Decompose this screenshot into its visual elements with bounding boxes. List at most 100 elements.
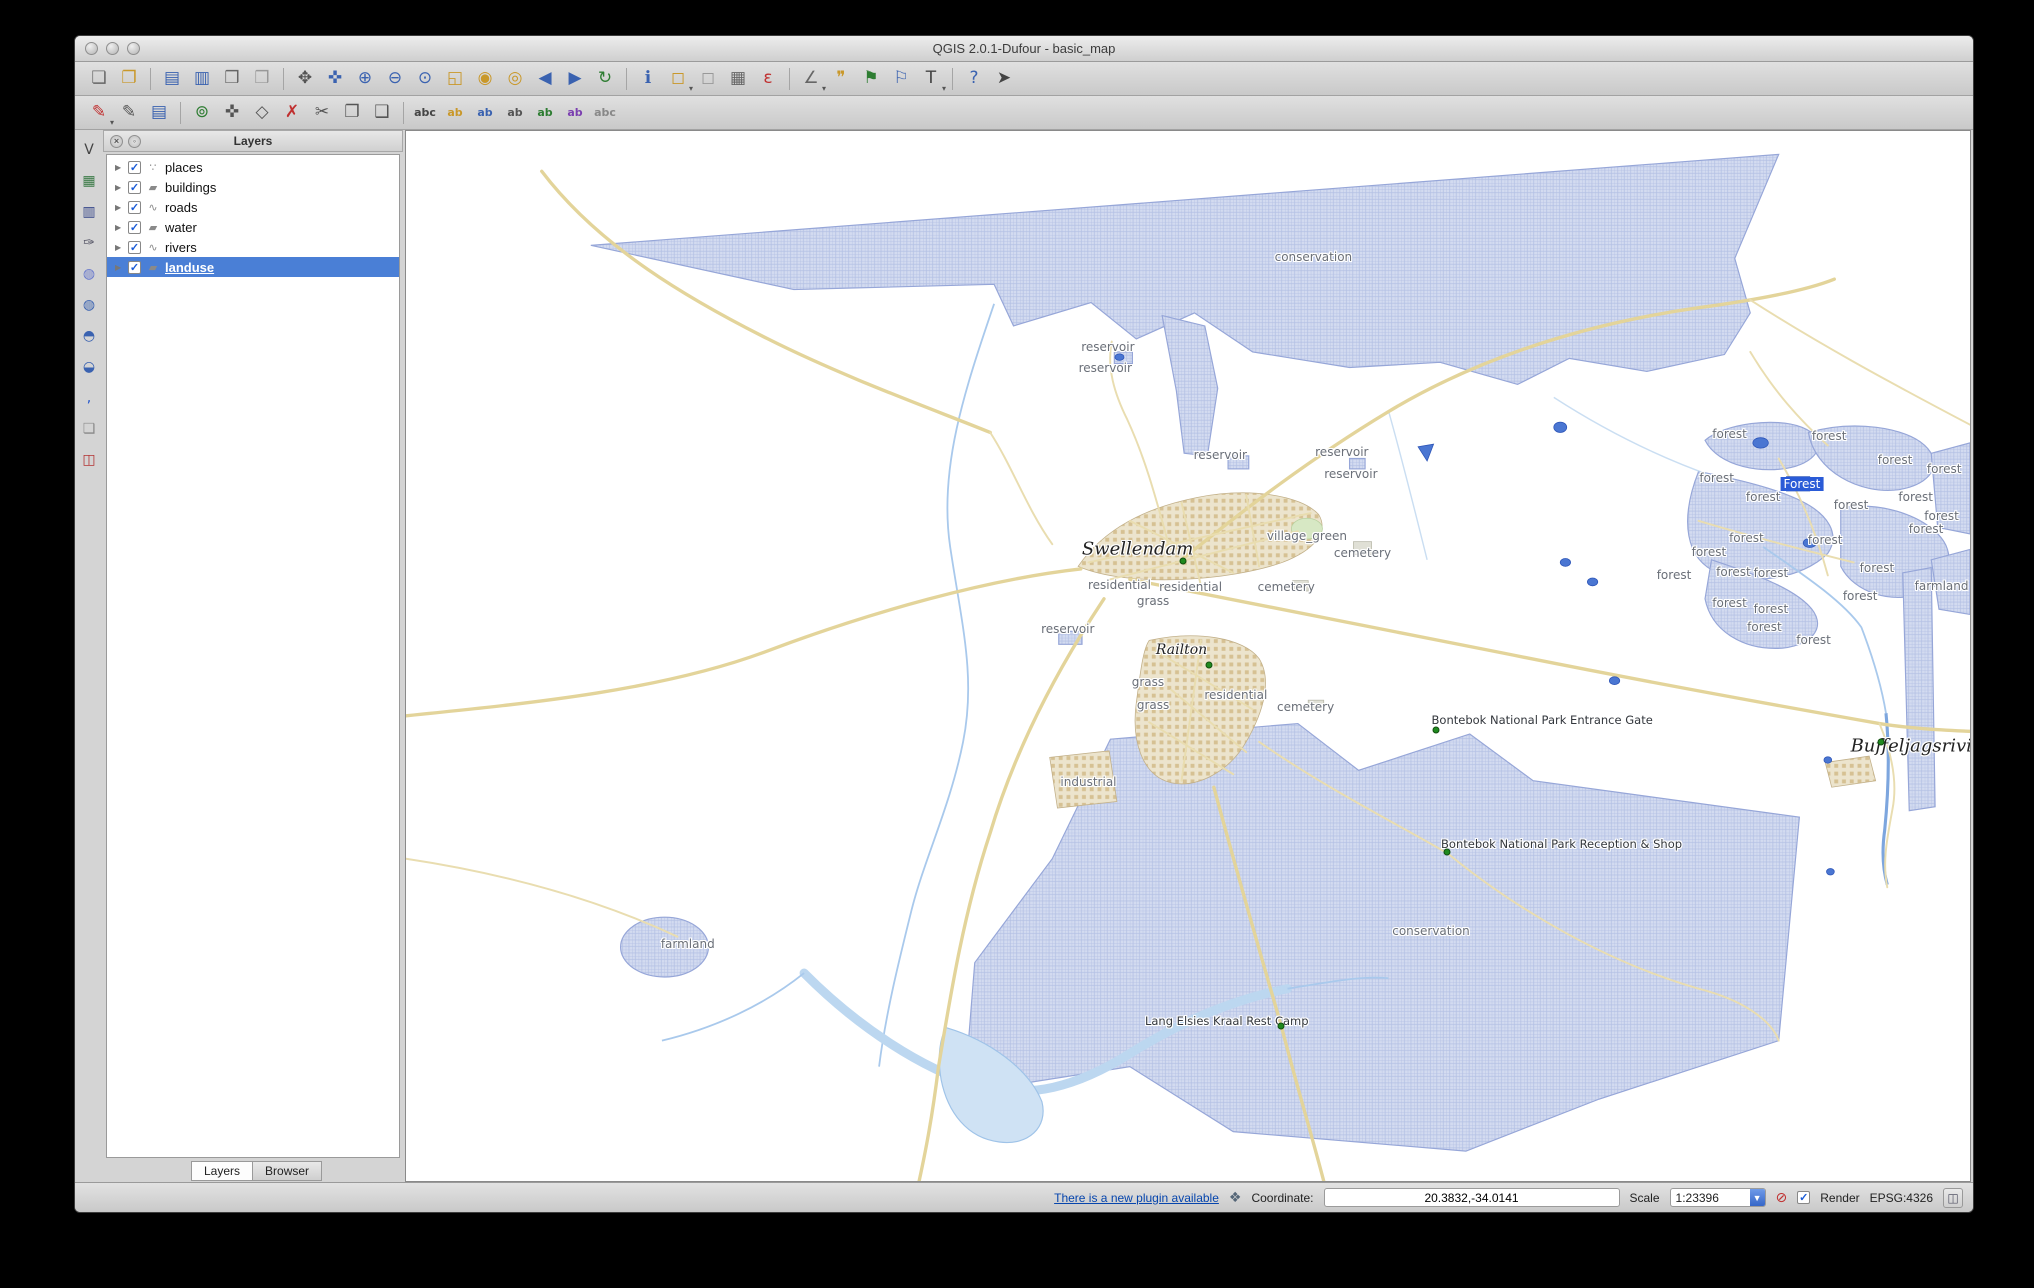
scale-combobox[interactable]: 1:23396 ▼: [1669, 1188, 1766, 1207]
change-label-icon[interactable]: ab: [561, 99, 589, 127]
zoom-to-selection-icon[interactable]: ◉: [471, 65, 499, 93]
layer-item-buildings[interactable]: ▶ ✓ ▰ buildings: [107, 177, 399, 197]
new-shapefile-layer-icon[interactable]: ❏: [77, 417, 101, 441]
render-checkbox[interactable]: ✓: [1797, 1191, 1811, 1204]
help-icon[interactable]: ?: [960, 65, 988, 93]
map-tips-icon[interactable]: ❞: [827, 65, 855, 93]
layer-visibility-checkbox[interactable]: ✓: [128, 180, 141, 194]
map-label: residential: [1159, 580, 1223, 595]
scale-value: 1:23396: [1675, 1190, 1719, 1205]
show-bookmarks-icon[interactable]: ⚐: [887, 65, 915, 93]
save-layer-edits-icon[interactable]: ▤: [145, 99, 173, 127]
zoom-to-layer-icon[interactable]: ◎: [501, 65, 529, 93]
deselect-features-icon[interactable]: ◻: [694, 65, 722, 93]
select-features-icon[interactable]: ◻ ▾: [664, 65, 693, 93]
zoom-next-icon[interactable]: ▶: [561, 65, 589, 93]
zoom-button[interactable]: [127, 42, 140, 55]
field-calculator-icon[interactable]: ε: [754, 65, 782, 93]
text-annotation-icon[interactable]: T ▾: [917, 65, 946, 93]
expander-icon[interactable]: ▶: [115, 163, 123, 172]
add-wcs-layer-icon[interactable]: ◓: [77, 324, 101, 348]
panel-tab-layers[interactable]: Layers: [191, 1161, 254, 1181]
layer-item-landuse[interactable]: ▶ ✓ ▰ landuse: [107, 257, 399, 277]
map-label: forest: [1729, 530, 1764, 545]
layer-visibility-checkbox[interactable]: ✓: [128, 260, 141, 274]
layer-visibility-checkbox[interactable]: ✓: [128, 240, 141, 254]
layer-item-places[interactable]: ▶ ✓ ∵ places: [107, 157, 399, 177]
panel-detach-button[interactable]: ◦: [128, 135, 141, 148]
add-spatialite-layer-icon[interactable]: ✑: [77, 231, 101, 255]
new-print-composer-icon[interactable]: ❒: [218, 65, 246, 93]
pan-map-icon[interactable]: ✥: [291, 65, 319, 93]
save-project-as-icon[interactable]: ▥: [188, 65, 216, 93]
expander-icon[interactable]: ▶: [115, 223, 123, 232]
expander-icon[interactable]: ▶: [115, 183, 123, 192]
minimize-button[interactable]: [106, 42, 119, 55]
save-project-icon[interactable]: ▤: [158, 65, 186, 93]
layers-panel-title: Layers: [233, 134, 273, 148]
add-postgis-layer-icon[interactable]: ▥: [77, 200, 101, 224]
rotate-label-icon[interactable]: ab: [531, 99, 559, 127]
layer-item-water[interactable]: ▶ ✓ ▰ water: [107, 217, 399, 237]
plugin-icon[interactable]: ❖: [1229, 1190, 1242, 1206]
coordinate-input[interactable]: [1323, 1188, 1620, 1207]
delete-selected-icon[interactable]: ✗: [278, 99, 306, 127]
composer-manager-icon[interactable]: ❒: [248, 65, 276, 93]
layer-item-roads[interactable]: ▶ ✓ ∿ roads: [107, 197, 399, 217]
expander-icon[interactable]: ▶: [115, 263, 123, 272]
new-bookmark-icon[interactable]: ⚑: [857, 65, 885, 93]
zoom-actual-size-icon[interactable]: ⊙: [411, 65, 439, 93]
layer-visibility-checkbox[interactable]: ✓: [128, 220, 141, 234]
map-refresh-icon[interactable]: ↻: [591, 65, 619, 93]
add-wfs-layer-icon[interactable]: ◒: [77, 355, 101, 379]
add-raster-layer-icon[interactable]: ▦: [77, 169, 101, 193]
map-canvas[interactable]: conservation reservoir reservoir reservoir r…: [405, 130, 1971, 1182]
layer-visibility-checkbox[interactable]: ✓: [128, 200, 141, 214]
toggle-editing-icon[interactable]: ✎: [115, 99, 143, 127]
panel-tab-browser[interactable]: Browser: [253, 1161, 323, 1181]
add-vector-layer-icon[interactable]: V: [77, 138, 101, 162]
layers-panel-header[interactable]: × ◦ Layers: [103, 130, 403, 152]
pan-to-selection-icon[interactable]: ✜: [321, 65, 349, 93]
layer-item-rivers[interactable]: ▶ ✓ ∿ rivers: [107, 237, 399, 257]
identify-features-icon[interactable]: ℹ: [634, 65, 662, 93]
move-label-icon[interactable]: ab: [501, 99, 529, 127]
new-plugin-link[interactable]: There is a new plugin available: [1054, 1191, 1219, 1205]
label-properties-icon[interactable]: abc: [591, 99, 619, 127]
open-project-icon: ❐: [121, 68, 137, 88]
cut-features-icon[interactable]: ✂: [308, 99, 336, 127]
layer-visibility-checkbox[interactable]: ✓: [128, 160, 141, 174]
stop-rendering-icon[interactable]: ⊘: [1776, 1190, 1788, 1206]
current-edits-icon[interactable]: ✎ ▾: [85, 99, 114, 127]
add-wms-layer-icon[interactable]: ◍: [77, 293, 101, 317]
zoom-last-icon[interactable]: ◀: [531, 65, 559, 93]
crs-status-icon[interactable]: ◫: [1943, 1187, 1963, 1208]
open-project-icon[interactable]: ❐: [115, 65, 143, 93]
measure-line-icon[interactable]: ∠ ▾: [797, 65, 826, 93]
expander-icon[interactable]: ▶: [115, 243, 123, 252]
open-attribute-table-icon[interactable]: ▦: [724, 65, 752, 93]
new-project-icon[interactable]: ❏: [85, 65, 113, 93]
show-hide-labels-icon[interactable]: ab: [471, 99, 499, 127]
whats-this-icon[interactable]: ➤: [990, 65, 1018, 93]
zoom-full-icon[interactable]: ◱: [441, 65, 469, 93]
titlebar[interactable]: QGIS 2.0.1-Dufour - basic_map: [75, 36, 1973, 62]
copy-features-icon[interactable]: ❐: [338, 99, 366, 127]
add-delimited-text-layer-icon[interactable]: ,: [77, 386, 101, 410]
paste-features-icon[interactable]: ❑: [368, 99, 396, 127]
add-feature-icon[interactable]: ⊚: [188, 99, 216, 127]
panel-close-button[interactable]: ×: [110, 135, 123, 148]
zoom-out-icon[interactable]: ⊖: [381, 65, 409, 93]
remove-layer-icon[interactable]: ◫: [77, 448, 101, 472]
node-tool-icon[interactable]: ◇: [248, 99, 276, 127]
close-button[interactable]: [85, 42, 98, 55]
add-vector-layer-icon: V: [84, 142, 94, 158]
move-feature-icon[interactable]: ✜: [218, 99, 246, 127]
place-marker: [1205, 661, 1213, 669]
pin-unpin-labels-icon[interactable]: ab: [441, 99, 469, 127]
labeling-options-icon[interactable]: abc: [411, 99, 439, 127]
zoom-in-icon[interactable]: ⊕: [351, 65, 379, 93]
add-mssql-layer-icon[interactable]: ◍: [77, 262, 101, 286]
map-label: cemetery: [1277, 699, 1335, 714]
expander-icon[interactable]: ▶: [115, 203, 123, 212]
